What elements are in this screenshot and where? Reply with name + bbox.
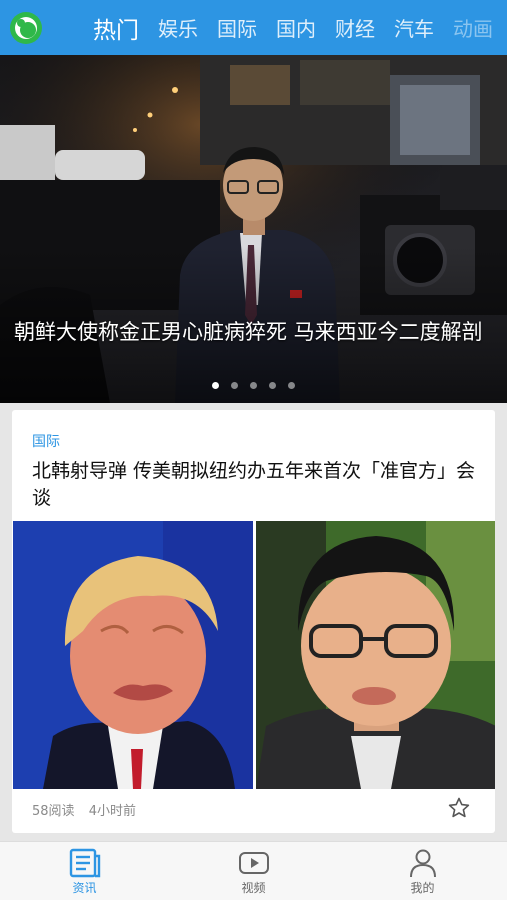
tab-entertainment[interactable]: 娱乐: [158, 13, 198, 42]
nav-profile-label: 我的: [410, 881, 435, 895]
news-icon: [69, 848, 100, 878]
app-logo-icon[interactable]: [9, 11, 43, 45]
carousel-dot[interactable]: [288, 382, 295, 389]
carousel-indicator: [0, 382, 507, 389]
article-image-left: [13, 521, 253, 789]
carousel-dot[interactable]: [250, 382, 257, 389]
nav-video-label: 视频: [241, 881, 266, 895]
nav-news-label: 资讯: [72, 881, 97, 895]
nav-video[interactable]: 视频: [169, 842, 338, 900]
article-meta: 58阅读 4小时前: [32, 800, 136, 819]
article-title[interactable]: 北韩射导弹 传美朝拟纽约办五年来首次「准官方」会谈: [32, 458, 482, 512]
tab-international[interactable]: 国际: [217, 13, 257, 42]
video-icon: [238, 852, 269, 874]
bottom-navigation: 资讯 视频 我的: [0, 841, 507, 900]
news-card[interactable]: 国际 北韩射导弹 传美朝拟纽约办五年来首次「准官方」会谈 58阅读 4小时前: [12, 410, 495, 833]
nav-news[interactable]: 资讯: [0, 842, 169, 900]
top-bar: 热门 娱乐 国际 国内 财经 汽车 动画: [0, 0, 507, 55]
category-tabs: 热门 娱乐 国际 国内 财经 汽车 动画: [57, 11, 507, 45]
favorite-star-icon[interactable]: [447, 796, 471, 820]
tab-auto[interactable]: 汽车: [394, 13, 434, 42]
hero-headline[interactable]: 朝鲜大使称金正男心脏病猝死 马来西亚今二度解剖: [14, 317, 484, 347]
tab-animation[interactable]: 动画: [453, 13, 493, 42]
profile-icon: [409, 849, 436, 878]
tab-finance[interactable]: 财经: [335, 13, 375, 42]
nav-profile[interactable]: 我的: [338, 842, 507, 900]
publish-time: 4小时前: [88, 804, 136, 819]
article-images[interactable]: [13, 521, 495, 789]
article-image-right: [255, 521, 495, 789]
app: 热门 娱乐 国际 国内 财经 汽车 动画 朝鲜大使称金正男心脏病猝死 马来西亚今…: [0, 0, 507, 900]
category-label: 国际: [32, 434, 60, 450]
hero-image: [0, 55, 507, 403]
hero-carousel[interactable]: 朝鲜大使称金正男心脏病猝死 马来西亚今二度解剖: [0, 55, 507, 403]
tab-domestic[interactable]: 国内: [276, 13, 316, 42]
carousel-dot[interactable]: [231, 382, 238, 389]
read-count: 58阅读: [32, 804, 75, 819]
tab-hot[interactable]: 热门: [93, 11, 139, 45]
carousel-dot[interactable]: [212, 382, 219, 389]
carousel-dot[interactable]: [269, 382, 276, 389]
